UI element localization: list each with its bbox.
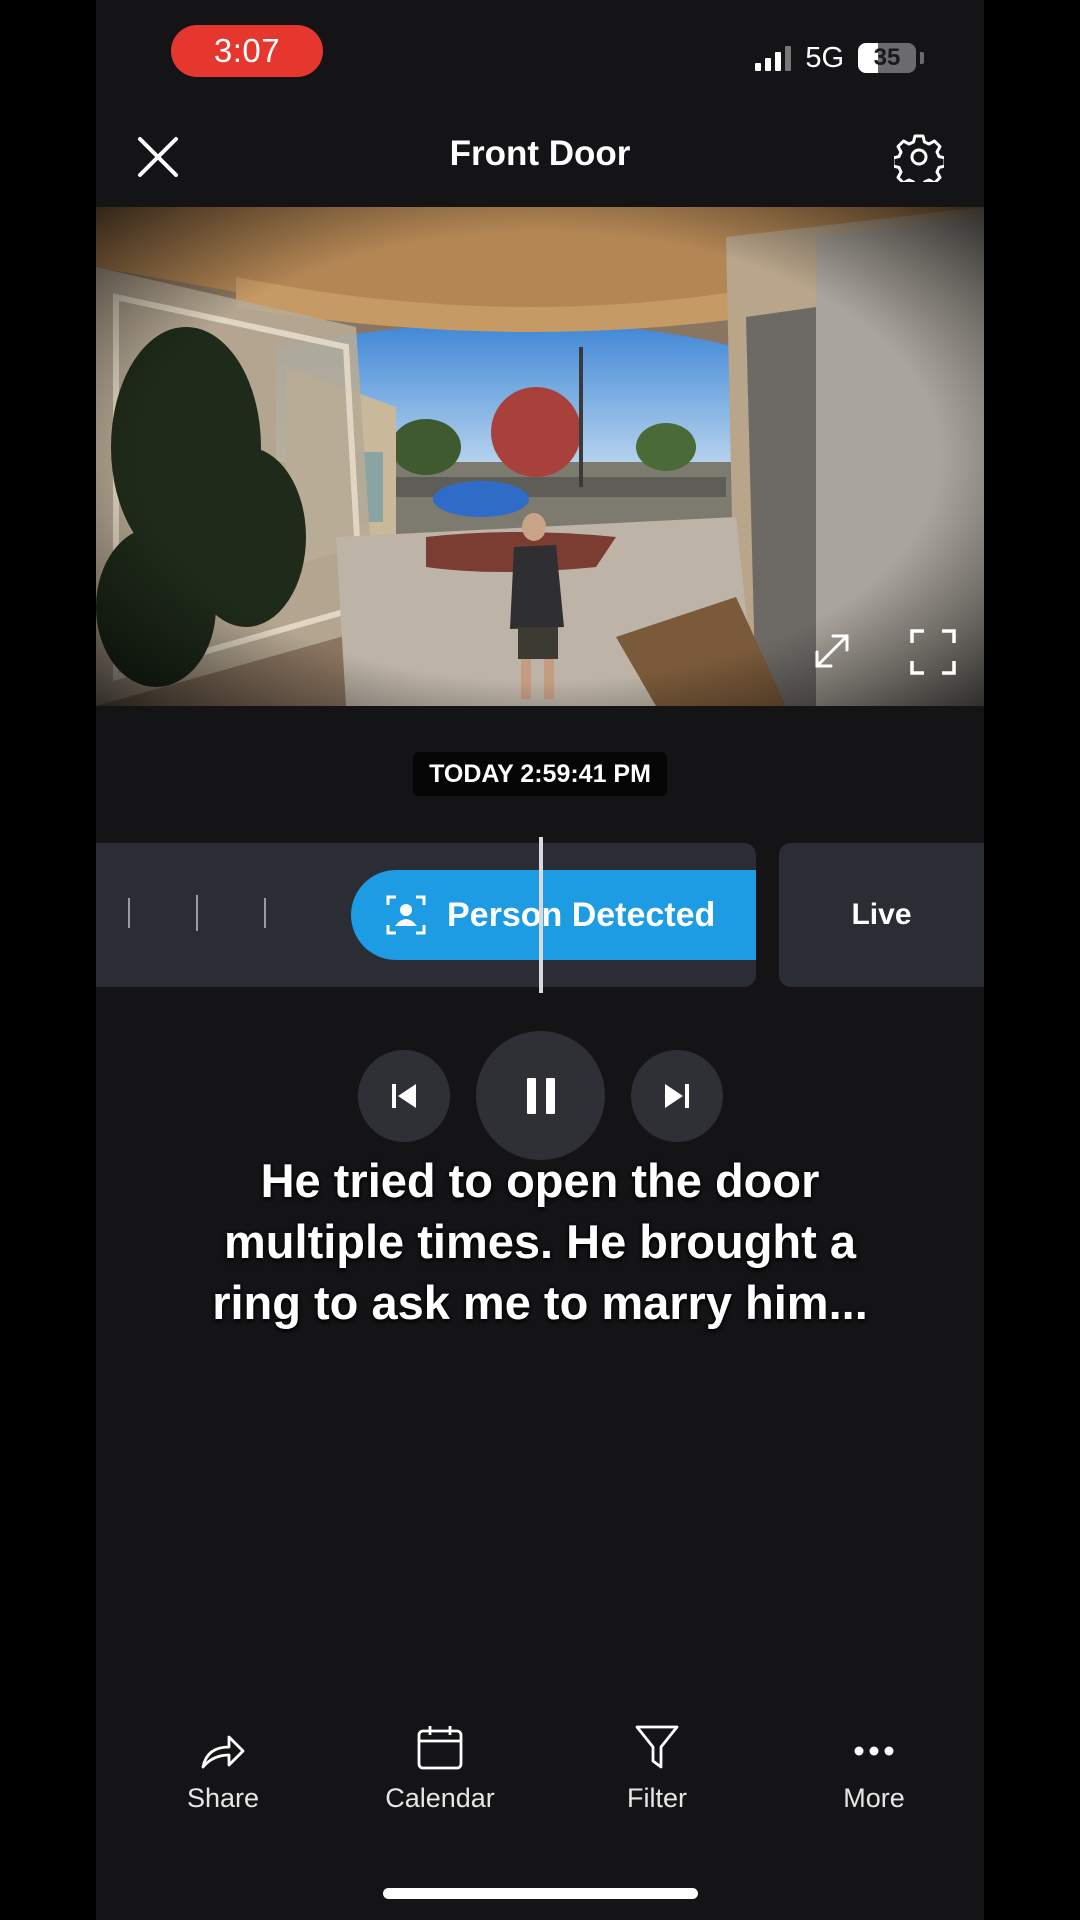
settings-button[interactable]: [891, 132, 947, 190]
app-screen: 3:07 5G 35 Front Door TODAY 2:59:41 PM P…: [96, 0, 984, 1920]
event-timeline[interactable]: Person Detected: [96, 843, 756, 987]
more-button[interactable]: More: [784, 1715, 964, 1814]
live-label: Live: [851, 898, 912, 931]
status-time-pill[interactable]: 3:07: [171, 25, 323, 77]
person-icon: [386, 895, 426, 935]
fullscreen-button[interactable]: [909, 628, 957, 676]
timeline-tick: [196, 895, 198, 931]
home-indicator[interactable]: [383, 1888, 698, 1899]
expand-button[interactable]: [811, 630, 853, 672]
page-title: Front Door: [449, 134, 631, 173]
more-icon: [854, 1746, 894, 1756]
caption-text: He tried to open the door multiple times…: [212, 1154, 868, 1329]
status-time: 3:07: [213, 32, 281, 69]
battery-icon: 35: [858, 43, 916, 73]
filter-icon: [635, 1725, 679, 1769]
fullscreen-icon: [910, 629, 956, 675]
pause-button[interactable]: [476, 1031, 605, 1160]
timeline-tick: [128, 898, 130, 928]
more-label: More: [843, 1783, 905, 1813]
share-icon: [201, 1735, 245, 1769]
skip-previous-icon: [392, 1084, 416, 1108]
person-detected-event[interactable]: Person Detected: [351, 870, 756, 960]
calendar-label: Calendar: [385, 1783, 495, 1813]
expand-diagonal-icon: [815, 634, 849, 668]
timeline-playhead[interactable]: [539, 837, 543, 993]
share-label: Share: [186, 1783, 260, 1813]
skip-next-icon: [665, 1084, 689, 1108]
calendar-button[interactable]: Calendar: [350, 1715, 530, 1814]
previous-event-button[interactable]: [358, 1050, 450, 1142]
pause-icon: [526, 1077, 555, 1114]
signal-icon: [755, 45, 792, 71]
filter-label: Filter: [627, 1783, 687, 1813]
battery-level: 35: [873, 44, 901, 71]
filter-button[interactable]: Filter: [567, 1715, 747, 1814]
event-label: Person Detected: [447, 895, 716, 934]
timeline-tick: [264, 898, 266, 928]
next-event-button[interactable]: [631, 1050, 723, 1142]
status-indicators: 5G 35: [755, 38, 924, 78]
calendar-icon: [417, 1726, 463, 1770]
share-button[interactable]: Share: [133, 1715, 313, 1814]
live-button[interactable]: Live: [779, 843, 984, 987]
video-timestamp: TODAY 2:59:41 PM: [413, 752, 667, 796]
network-type: 5G: [805, 41, 844, 74]
gear-icon: [891, 134, 947, 190]
